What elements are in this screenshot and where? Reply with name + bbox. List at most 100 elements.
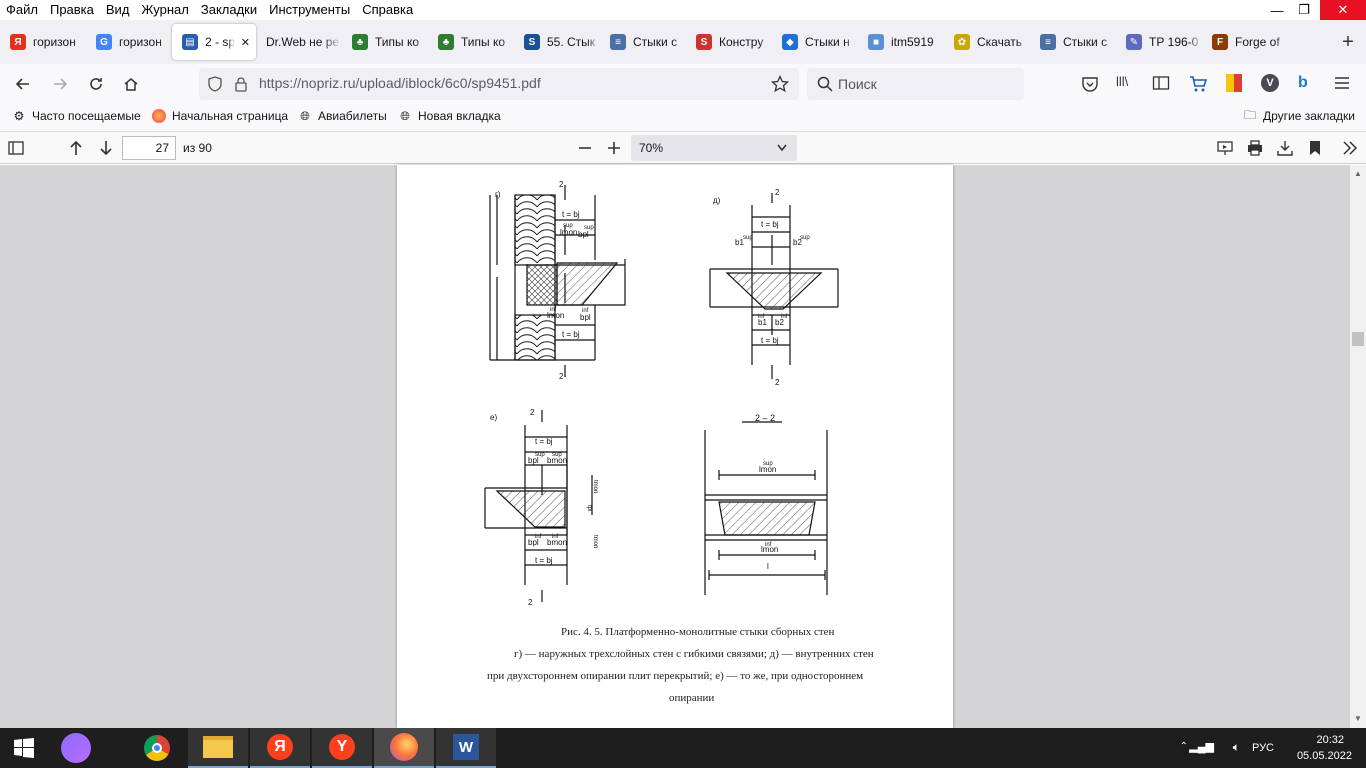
volume-icon[interactable]: 🔈︎ [1233, 740, 1240, 755]
tools-menu-button[interactable] [1337, 135, 1363, 161]
notifications-icon[interactable] [1356, 740, 1364, 756]
home-button[interactable] [118, 71, 144, 97]
back-button[interactable] [10, 71, 36, 97]
zoom-select[interactable]: 70% [631, 135, 797, 161]
print-button[interactable] [1242, 135, 1268, 161]
menu-help[interactable]: Справка [356, 0, 419, 20]
label-inf-e2: inf [552, 534, 559, 540]
s-logo-icon: S [524, 34, 540, 50]
scrollbar-thumb[interactable] [1352, 332, 1364, 346]
tab-14[interactable]: F Forge of [1202, 24, 1288, 60]
menu-edit[interactable]: Правка [44, 0, 100, 20]
search-input[interactable]: Поиск [838, 76, 877, 92]
tab-1[interactable]: Gгоризон [86, 24, 172, 60]
tray-expand-icon[interactable]: ⌃ [1180, 741, 1188, 752]
flag-extension-icon[interactable] [1226, 74, 1242, 92]
bookmark-other[interactable]: 🗀 Другие закладки [1243, 108, 1355, 124]
sidebar-toggle-button[interactable] [1152, 74, 1172, 94]
close-window-button[interactable]: ✕ [1320, 0, 1366, 20]
tab-7[interactable]: ≡ Стыки с [600, 24, 686, 60]
menu-tools[interactable]: Инструменты [263, 0, 356, 20]
previous-page-button[interactable] [63, 135, 89, 161]
network-icon[interactable]: ▂▄▆ [1189, 740, 1214, 753]
zoom-out-button[interactable] [572, 135, 598, 161]
tab-6[interactable]: S 55. Стык [514, 24, 600, 60]
language-indicator[interactable]: РУС [1252, 742, 1274, 754]
tab-12[interactable]: ≡ Стыки с [1030, 24, 1116, 60]
star-bookmark-icon[interactable] [771, 75, 789, 93]
app-menu-button[interactable] [1333, 74, 1353, 94]
cut-mark-d-bottom: 2 [775, 378, 780, 387]
taskbar-word[interactable]: W [436, 728, 496, 768]
lock-icon[interactable] [233, 76, 249, 92]
presentation-icon [1217, 141, 1233, 155]
restore-button[interactable]: ❐ [1291, 0, 1317, 20]
scroll-up-icon[interactable]: ▲ [1354, 169, 1362, 178]
bookmark-view-button[interactable] [1302, 135, 1328, 161]
yandex-y-icon: Y [329, 734, 355, 760]
tab-label: ТР 196-0 [1149, 35, 1199, 49]
tab-8[interactable]: S Констру [686, 24, 772, 60]
tab-0[interactable]: Ягоризон [0, 24, 86, 60]
label-t-bj-g1: t = bj [562, 210, 580, 219]
tab-13[interactable]: ✎ ТР 196-0 [1116, 24, 1202, 60]
bing-icon[interactable]: b [1298, 74, 1316, 92]
taskbar-explorer[interactable] [188, 728, 248, 768]
label-t-bj-d2: t = bj [761, 336, 779, 345]
tab-10[interactable]: ■ itm5919 [858, 24, 944, 60]
label-sup-section: sup [763, 461, 773, 467]
taskbar-yandex-browser[interactable]: Я [250, 728, 310, 768]
bookmark-flights[interactable]: 🌐︎ Авиабилеты [298, 109, 387, 124]
clock-time[interactable]: 20:32 [1316, 734, 1344, 746]
toggle-sidebar-button[interactable] [3, 135, 29, 161]
pdf-doc-icon: ▤ [182, 34, 198, 50]
save-button[interactable] [1272, 135, 1298, 161]
menu-view[interactable]: Вид [100, 0, 136, 20]
close-tab-icon[interactable]: ✕ [241, 36, 250, 49]
next-page-button[interactable] [93, 135, 119, 161]
tab-label: Forge of [1235, 35, 1280, 49]
taskbar-chrome[interactable] [127, 728, 187, 768]
pdf-page: г) д) е) 2 – 2 2 2 2 2 2 2 t = bj t = bj… [397, 165, 953, 728]
menu-file[interactable]: Файл [0, 0, 44, 20]
minimize-button[interactable]: — [1264, 0, 1290, 20]
pocket-button[interactable] [1080, 74, 1100, 94]
search-bar[interactable]: Поиск [807, 68, 1024, 100]
tab-3[interactable]: Dr.Web не ре [256, 24, 342, 60]
url-bar[interactable]: https://nopriz.ru/upload/iblock/6c0/sp94… [199, 68, 799, 100]
presentation-mode-button[interactable] [1212, 135, 1238, 161]
menu-history[interactable]: Журнал [135, 0, 194, 20]
tab-2[interactable]: ▤ 2 - sp9451.pdf ✕ [172, 24, 256, 60]
tab-11[interactable]: ✿ Скачать [944, 24, 1030, 60]
taskbar-yandex[interactable]: Y [312, 728, 372, 768]
tab-label: Стыки с [633, 35, 678, 49]
pdf-viewer[interactable]: г) д) е) 2 – 2 2 2 2 2 2 2 t = bj t = bj… [0, 165, 1366, 728]
start-button[interactable] [0, 728, 48, 768]
tab-9[interactable]: ◆ Стыки н [772, 24, 858, 60]
url-input[interactable]: https://nopriz.ru/upload/iblock/6c0/sp94… [259, 75, 541, 91]
new-tab-button[interactable]: + [1336, 28, 1360, 56]
bookmark-new-tab[interactable]: 🌐︎ Новая вкладка [398, 109, 501, 124]
reload-button[interactable] [83, 71, 109, 97]
zoom-in-button[interactable] [601, 135, 627, 161]
minus-icon [579, 147, 591, 149]
tab-4[interactable]: ♣ Типы ко [342, 24, 428, 60]
v-extension-icon[interactable]: V [1261, 74, 1279, 92]
page-number-input[interactable]: 27 [122, 136, 176, 160]
taskbar-firefox[interactable] [374, 728, 434, 768]
shield-icon[interactable] [207, 76, 223, 92]
label-sup-d: sup [743, 235, 753, 241]
library-button[interactable]: lll\ [1116, 74, 1136, 94]
alice-assistant-button[interactable] [48, 728, 104, 768]
bookmark-most-visited[interactable]: ⚙ Часто посещаемые [12, 109, 141, 123]
scroll-down-icon[interactable]: ▼ [1354, 714, 1362, 723]
tab-5[interactable]: ♣ Типы ко [428, 24, 514, 60]
bookmark-start-page[interactable]: Начальная страница [152, 109, 288, 123]
vertical-scrollbar[interactable]: ▲ ▼ [1350, 165, 1366, 728]
label-l-section: l [767, 562, 769, 571]
bookmark-icon [1310, 141, 1320, 155]
menu-bookmarks[interactable]: Закладки [195, 0, 263, 20]
forward-button[interactable] [47, 71, 73, 97]
cart-extension-button[interactable] [1188, 74, 1208, 94]
clock-date[interactable]: 05.05.2022 [1297, 750, 1352, 762]
